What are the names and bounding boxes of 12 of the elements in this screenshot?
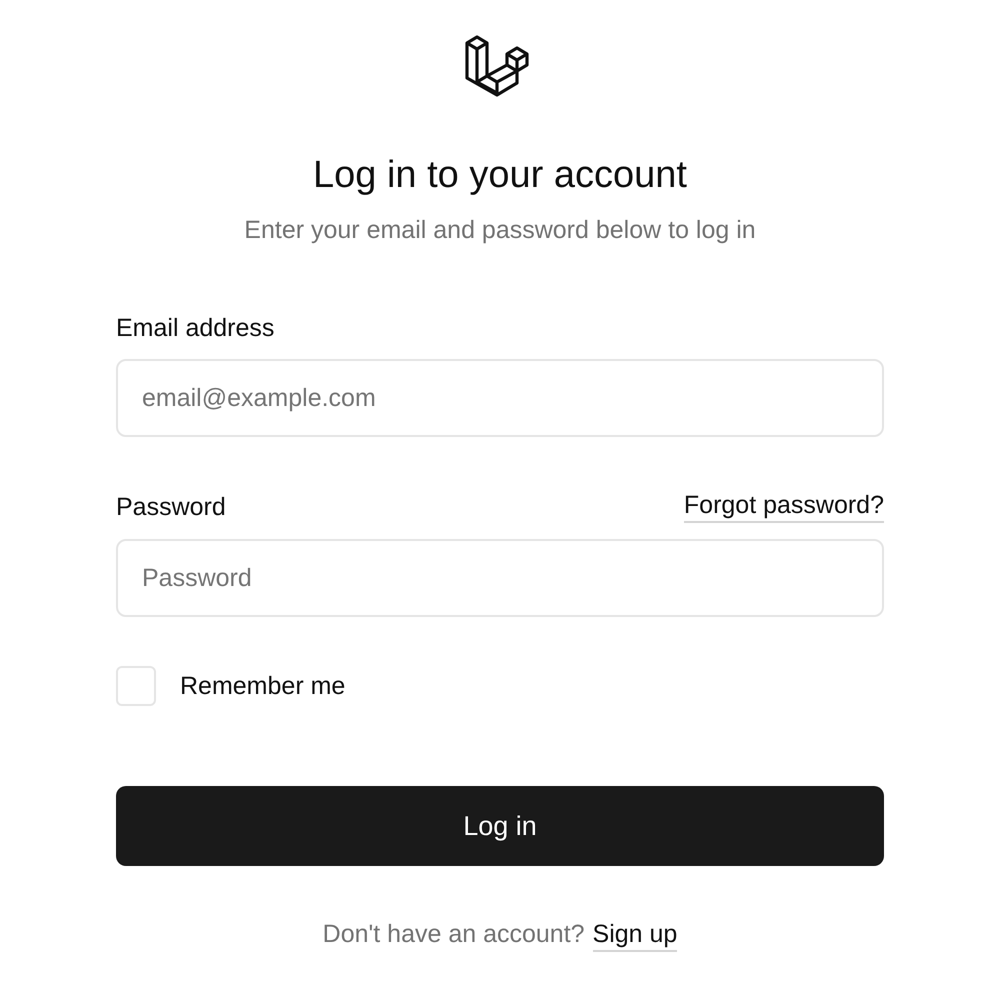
- login-button[interactable]: Log in: [116, 786, 884, 866]
- remember-label: Remember me: [180, 671, 346, 702]
- password-label: Password: [116, 492, 226, 523]
- email-field[interactable]: email@example.com: [116, 359, 884, 437]
- page-title: Log in to your account: [313, 153, 687, 198]
- page-subtitle: Enter your email and password below to log in: [244, 215, 756, 246]
- signup-link[interactable]: Sign up: [592, 918, 678, 952]
- email-label: Email address: [116, 313, 274, 344]
- password-field[interactable]: Password: [116, 539, 884, 617]
- forgot-password-link[interactable]: Forgot password?: [684, 489, 884, 523]
- remember-checkbox[interactable]: [116, 666, 156, 706]
- signup-prompt: Don't have an account?: [322, 919, 585, 950]
